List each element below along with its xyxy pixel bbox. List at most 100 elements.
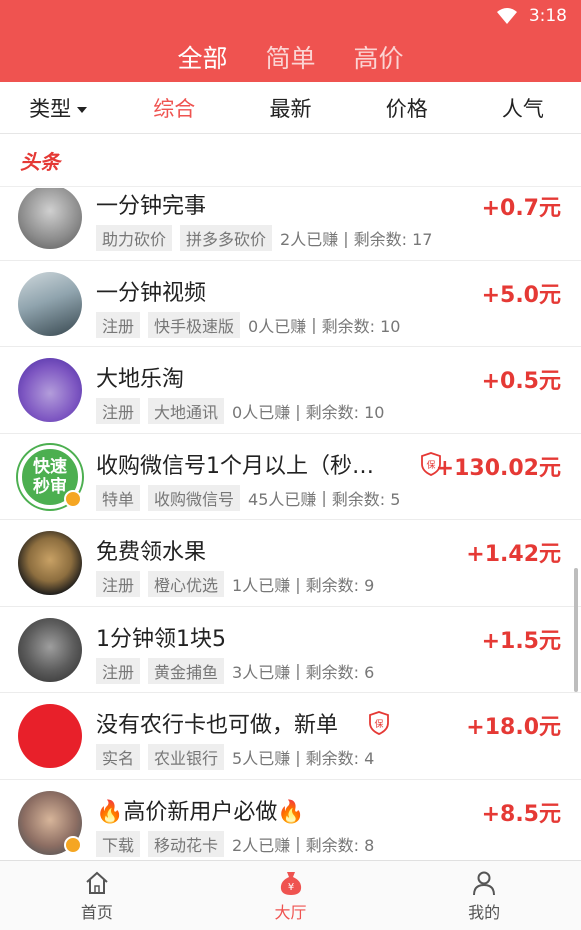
earned-count: 5人已赚 bbox=[232, 749, 291, 768]
task-list[interactable]: 一分钟完事 助力砍价 拼多多砍价 2人已赚 | 剩余数: 17 +0.7元 一分钟视频 注册 快手… bbox=[0, 188, 581, 860]
task-price: +5.0元 bbox=[481, 282, 561, 308]
tab-high-price[interactable]: 高价 bbox=[354, 39, 404, 75]
task-meta: 助力砍价 拼多多砍价 2人已赚 | 剩余数: 17 bbox=[96, 225, 432, 251]
task-row[interactable]: 1分钟领1块5 注册 黄金捕鱼 3人已赚 | 剩余数: 6 +1.5元 bbox=[0, 607, 581, 693]
task-row[interactable]: 一分钟视频注册 快手极速版 0人已赚 | 剩余数: 10 +5.0元 bbox=[0, 261, 581, 347]
meta-separator: | bbox=[295, 574, 301, 594]
task-tag: 收购微信号 bbox=[148, 484, 241, 511]
filter-popularity[interactable]: 人气 bbox=[465, 93, 581, 123]
remaining-count: 剩余数: 6 bbox=[305, 662, 375, 682]
nav-mine-label: 我的 bbox=[468, 902, 501, 922]
filter-type-label: 类型 bbox=[29, 96, 72, 121]
home-icon bbox=[86, 871, 108, 894]
vip-badge-icon bbox=[64, 489, 82, 508]
earned-count: 3人已赚 bbox=[232, 662, 291, 682]
remaining-count: 剩余数: 5 bbox=[331, 489, 401, 509]
task-meta: 注册 黄金捕鱼 3人已赚 | 剩余数: 6 bbox=[96, 657, 375, 684]
filter-latest[interactable]: 最新 bbox=[232, 93, 348, 123]
task-tag: 大地通讯 bbox=[148, 398, 225, 424]
task-tag: 快手极速版 bbox=[148, 311, 241, 338]
task-meta: 注册 大地通讯 0人已赚 | 剩余数: 10 bbox=[96, 398, 384, 424]
meta-separator: | bbox=[343, 228, 349, 248]
caret-down-icon bbox=[77, 106, 88, 113]
nav-hall-label: 大厅 bbox=[274, 902, 307, 922]
guarantee-shield-icon: 保 bbox=[369, 711, 389, 735]
task-row[interactable]: 🔥高价新用户必做🔥 下载 移动花卡 2人已赚 | 剩余数: 8 +8.5元 bbox=[0, 780, 581, 861]
task-title: 🔥高价新用户必做🔥 bbox=[96, 799, 305, 825]
task-price: +130.02元 bbox=[435, 455, 561, 481]
task-price: +18.0元 bbox=[466, 715, 561, 740]
task-price: +8.5元 bbox=[481, 801, 561, 827]
nav-home[interactable]: 首页 bbox=[0, 861, 194, 930]
task-tag: 实名 bbox=[96, 744, 141, 770]
nav-mine[interactable]: 我的 bbox=[387, 861, 581, 930]
tab-all[interactable]: 全部 bbox=[177, 39, 227, 75]
headline-bar[interactable]: 头条 bbox=[0, 135, 581, 187]
task-row[interactable]: 免费领水果注册 橙心优选 1人已赚 | 剩余数: 9 +1.42元 bbox=[0, 520, 581, 607]
task-tag: 注册 bbox=[96, 398, 141, 424]
task-tag: 拼多多砍价 bbox=[180, 225, 273, 251]
task-title: 没有农行卡也可做，新单 bbox=[96, 713, 339, 738]
task-meta: 下载 移动花卡 2人已赚 | 剩余数: 8 bbox=[96, 830, 375, 857]
svg-text:保: 保 bbox=[426, 459, 435, 471]
task-meta: 实名 农业银行 5人已赚 | 剩余数: 4 bbox=[96, 744, 374, 770]
earned-count: 0人已赚 bbox=[248, 316, 307, 336]
task-tag: 注册 bbox=[96, 311, 141, 338]
nav-hall[interactable]: ¥ 大厅 bbox=[194, 861, 388, 930]
task-tag: 注册 bbox=[96, 571, 141, 597]
task-price: +0.5元 bbox=[481, 369, 561, 394]
wifi-icon bbox=[496, 8, 517, 24]
avatar bbox=[18, 531, 82, 595]
task-tag: 特单 bbox=[96, 484, 141, 511]
task-tag: 助力砍价 bbox=[96, 225, 173, 251]
avatar bbox=[18, 271, 82, 336]
task-title: 一分钟视频 bbox=[96, 280, 207, 306]
task-row[interactable]: 快速秒审 收购微信号1个月以上（秒… 保特单 收购微信号 45人已赚 | 剩余数: 5 +13… bbox=[0, 434, 581, 520]
meta-separator: | bbox=[311, 315, 317, 334]
task-row[interactable]: 没有农行卡也可做，新单 保实名 农业银行 5人已赚 | 剩余数: 4 +18.0元 bbox=[0, 693, 581, 780]
earned-count: 2人已赚 bbox=[280, 230, 339, 249]
task-tag: 注册 bbox=[96, 657, 141, 684]
task-meta: 注册 橙心优选 1人已赚 | 剩余数: 9 bbox=[96, 571, 374, 597]
filter-comprehensive[interactable]: 综合 bbox=[116, 93, 232, 123]
filter-price[interactable]: 价格 bbox=[349, 93, 465, 123]
top-tab-bar: 全部 简单 高价 bbox=[0, 32, 581, 82]
filter-bar: 类型 综合 最新 价格 人气 bbox=[0, 82, 581, 134]
meta-separator: | bbox=[295, 401, 301, 421]
task-tag: 农业银行 bbox=[148, 744, 225, 770]
status-bar: 3:18 bbox=[0, 0, 581, 32]
filter-type[interactable]: 类型 bbox=[0, 93, 116, 123]
task-title: 大地乐淘 bbox=[96, 367, 185, 392]
earned-count: 45人已赚 bbox=[248, 489, 317, 509]
task-tag: 黄金捕鱼 bbox=[148, 657, 225, 684]
remaining-count: 剩余数: 9 bbox=[305, 576, 375, 595]
task-tag: 橙心优选 bbox=[148, 571, 225, 597]
svg-text:保: 保 bbox=[374, 718, 383, 730]
remaining-count: 剩余数: 10 bbox=[305, 403, 385, 422]
remaining-count: 剩余数: 10 bbox=[321, 316, 401, 336]
headline-tag: 头条 bbox=[20, 150, 60, 174]
task-price: +1.5元 bbox=[481, 628, 561, 654]
svg-text:¥: ¥ bbox=[287, 882, 293, 893]
task-title: 收购微信号1个月以上（秒… bbox=[96, 453, 374, 479]
avatar bbox=[18, 188, 82, 249]
meta-separator: | bbox=[295, 834, 301, 853]
tab-simple[interactable]: 简单 bbox=[265, 39, 315, 75]
task-meta: 注册 快手极速版 0人已赚 | 剩余数: 10 bbox=[96, 311, 401, 338]
remaining-count: 剩余数: 17 bbox=[353, 230, 433, 249]
status-time: 3:18 bbox=[528, 6, 567, 26]
task-price: +1.42元 bbox=[466, 542, 561, 567]
task-price: +0.7元 bbox=[481, 196, 561, 221]
person-icon bbox=[473, 871, 496, 895]
task-row[interactable]: 大地乐淘注册 大地通讯 0人已赚 | 剩余数: 10 +0.5元 bbox=[0, 347, 581, 434]
task-row[interactable]: 一分钟完事 助力砍价 拼多多砍价 2人已赚 | 剩余数: 17 +0.7元 bbox=[0, 188, 581, 261]
bottom-nav: 首页 ¥ 大厅 我的 bbox=[0, 860, 581, 930]
task-title: 免费领水果 bbox=[96, 540, 207, 565]
meta-separator: | bbox=[321, 488, 327, 507]
remaining-count: 剩余数: 8 bbox=[305, 835, 375, 855]
earned-count: 1人已赚 bbox=[232, 576, 291, 595]
meta-separator: | bbox=[295, 747, 301, 767]
scrollbar[interactable] bbox=[574, 568, 578, 692]
earned-count: 2人已赚 bbox=[232, 835, 291, 855]
task-meta: 特单 收购微信号 45人已赚 | 剩余数: 5 bbox=[96, 484, 401, 511]
